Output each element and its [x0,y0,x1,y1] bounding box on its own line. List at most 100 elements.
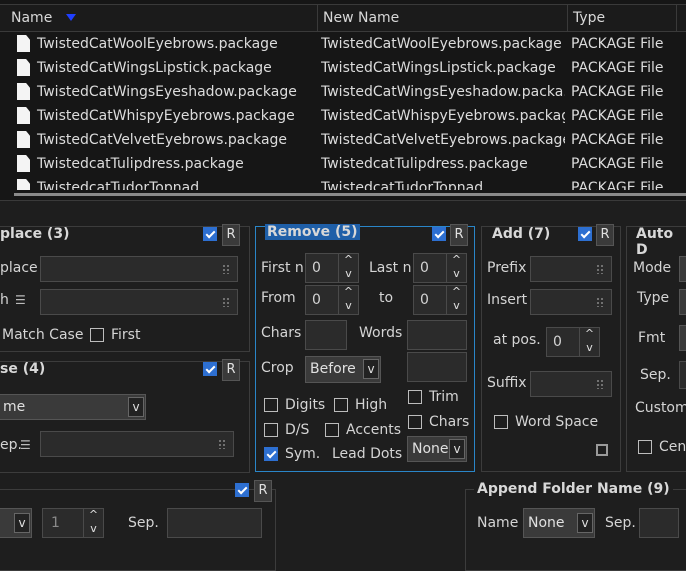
spin-up-icon[interactable]: ^ [83,509,103,523]
spin-down-icon[interactable]: v [446,268,466,282]
column-divider[interactable] [676,5,677,31]
last-n-spinner[interactable]: 0 ^ v [413,253,467,283]
numbering-reset-button[interactable]: R [254,480,272,502]
file-name: TwistedcatTulipdress.package [37,156,244,172]
spin-up-icon[interactable]: ^ [446,286,466,300]
chars-remove-label[interactable]: Chars [429,414,469,430]
from-spinner[interactable]: 0 ^ v [305,285,359,315]
words-input[interactable] [407,320,467,350]
digits-label[interactable]: Digits [285,397,325,413]
first-checkbox[interactable] [90,328,104,342]
autodate-sep-input[interactable] [679,361,686,389]
case-reset-button[interactable]: R [222,359,240,381]
spin-up-icon[interactable]: ^ [579,328,599,342]
autodate-type-label: Type [637,290,670,306]
word-space-label[interactable]: Word Space [515,414,598,430]
prefix-input[interactable] [530,256,612,282]
autodate-mode-combo[interactable] [679,256,686,282]
replace-input[interactable] [40,256,238,282]
replace-enable-checkbox[interactable] [203,227,217,241]
high-label[interactable]: High [355,397,387,413]
chevron-down-icon: v [449,439,465,459]
last-n-value: 0 [420,260,429,276]
chars-label: Chars [261,325,302,341]
remove-panel-title: Remove (5) [265,224,360,240]
crop-text-input[interactable] [407,352,467,382]
table-row[interactable]: TwistedCatWingsEyeshadow.package Twisted… [0,80,686,104]
case-enable-checkbox[interactable] [203,362,217,376]
chars-remove-checkbox[interactable] [408,415,422,429]
numbering-sep-label: Sep. [128,515,159,531]
spin-down-icon[interactable]: v [579,342,599,356]
table-row[interactable]: TwistedcatTulipdress.package TwistedcatT… [0,152,686,176]
spin-up-icon[interactable]: ^ [338,286,358,300]
numbering-start-spinner[interactable]: 1 ^ v [42,508,104,538]
table-row[interactable]: TwistedCatVelvetEyebrows.package Twisted… [0,128,686,152]
crop-combo[interactable]: Before v [305,356,381,383]
table-row[interactable]: TwistedCatWingsLipstick.package TwistedC… [0,56,686,80]
lead-dots-combo[interactable]: None v [407,436,467,462]
spin-down-icon[interactable]: v [338,268,358,282]
words-label: Words [359,325,403,341]
autodate-type-combo[interactable] [679,289,686,315]
accents-label[interactable]: Accents [346,422,401,438]
numbering-enable-checkbox[interactable] [235,483,249,497]
insert-input[interactable] [530,289,612,315]
numbering-mode-combo[interactable]: v [0,508,32,538]
spin-down-icon[interactable]: v [446,300,466,314]
spin-down-icon[interactable]: v [83,523,103,537]
remove-enable-checkbox[interactable] [432,227,446,241]
first-label[interactable]: First [111,327,140,343]
at-pos-value: 0 [553,334,562,350]
append-name-combo[interactable]: None v [523,508,595,538]
add-enable-checkbox[interactable] [578,227,592,241]
spin-up-icon[interactable]: ^ [338,254,358,268]
crop-combo-value: Before [310,361,356,377]
column-divider[interactable] [317,5,318,31]
sym-checkbox[interactable] [264,447,278,461]
spin-down-icon[interactable]: v [338,300,358,314]
high-checkbox[interactable] [334,398,348,412]
accents-checkbox[interactable] [325,423,339,437]
with-input[interactable] [40,289,238,315]
autodate-cent-label[interactable]: Cent [659,439,686,455]
list-icon[interactable]: ☰ [20,438,31,452]
case-combo[interactable]: me v [0,394,146,420]
file-list[interactable]: Name New Name Type TwistedCatWoolEyebrow… [0,0,686,201]
trim-label[interactable]: Trim [429,389,459,405]
append-sep-input[interactable] [639,508,679,538]
sym-label[interactable]: Sym. [285,446,320,462]
table-row[interactable]: TwistedcatTudorTopnad... TwistedcatTudor… [0,176,686,190]
case-sep-input[interactable] [40,431,234,457]
chars-input[interactable] [305,320,347,350]
file-name: TwistedCatWhispyEyebrows.package [37,108,295,124]
horizontal-scrollbar[interactable] [14,193,686,196]
table-row[interactable]: TwistedCatWhispyEyebrows.package Twisted… [0,104,686,128]
autodate-cent-checkbox[interactable] [638,440,652,454]
column-header-type[interactable]: Type [573,5,605,31]
spin-up-icon[interactable]: ^ [446,254,466,268]
replace-reset-button[interactable]: R [222,224,240,246]
match-case-label[interactable]: Match Case [2,327,83,343]
numbering-sep-input[interactable] [167,508,262,538]
table-row[interactable]: TwistedCatWoolEyebrows.package TwistedCa… [0,32,686,56]
at-pos-spinner[interactable]: 0 ^ v [546,327,600,357]
word-space-checkbox[interactable] [494,415,508,429]
drag-grip-icon [596,297,603,307]
expand-icon[interactable] [596,444,608,456]
remove-reset-button[interactable]: R [450,224,468,246]
first-n-spinner[interactable]: 0 ^ v [305,253,359,283]
list-icon[interactable]: ☰ [15,293,26,307]
ds-checkbox[interactable] [264,423,278,437]
trim-checkbox[interactable] [408,390,422,404]
column-header-name[interactable]: Name [11,5,52,31]
suffix-input[interactable] [530,371,612,397]
digits-checkbox[interactable] [264,398,278,412]
autodate-fmt-combo[interactable] [679,325,686,351]
column-divider[interactable] [567,5,568,31]
add-reset-button[interactable]: R [596,224,614,246]
column-header-new-name[interactable]: New Name [323,5,399,31]
ds-label[interactable]: D/S [285,422,309,438]
to-spinner[interactable]: 0 ^ v [413,285,467,315]
file-icon [17,35,30,52]
